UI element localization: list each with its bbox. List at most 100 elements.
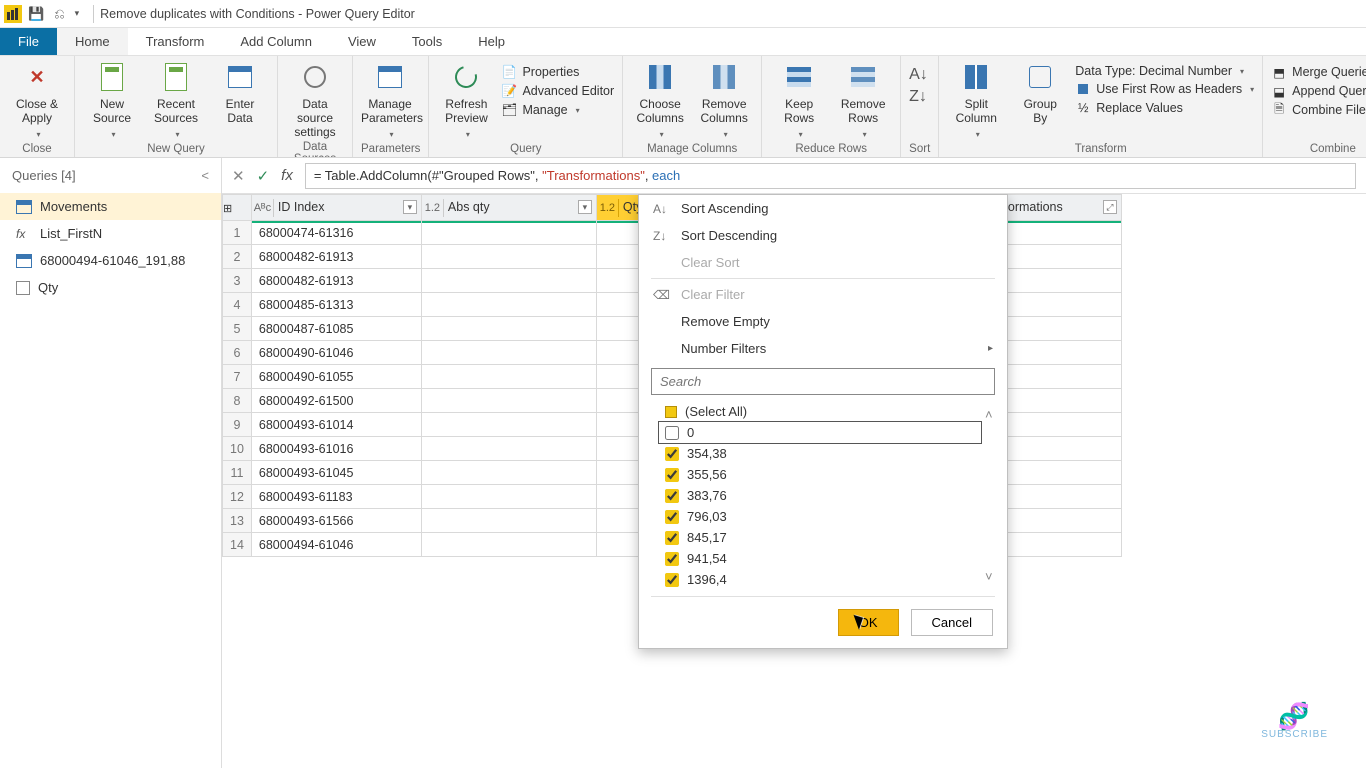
- filter-value-checkbox[interactable]: [665, 426, 679, 440]
- filter-value-checkbox[interactable]: [665, 468, 679, 482]
- choose-columns-button[interactable]: Choose Columns: [631, 60, 689, 140]
- row-number[interactable]: 1: [223, 221, 252, 245]
- cell-abs-qty[interactable]: [421, 461, 596, 485]
- row-number[interactable]: 7: [223, 365, 252, 389]
- sort-desc-icon[interactable]: Z↓: [909, 88, 927, 106]
- manage-button[interactable]: 🗂Manage: [501, 102, 614, 118]
- row-number[interactable]: 11: [223, 461, 252, 485]
- confirm-formula-icon[interactable]: ✓: [257, 167, 270, 185]
- filter-value-checkbox[interactable]: [665, 510, 679, 524]
- cell-id-index[interactable]: 68000490-61046: [251, 341, 421, 365]
- group-by-button[interactable]: Group By: [1011, 60, 1069, 126]
- cell-abs-qty[interactable]: [421, 245, 596, 269]
- filter-value-checkbox[interactable]: [665, 573, 679, 587]
- tab-help[interactable]: Help: [460, 28, 523, 55]
- filter-value-checkbox[interactable]: [665, 552, 679, 566]
- manage-parameters-button[interactable]: Manage Parameters: [361, 60, 419, 140]
- data-source-settings-button[interactable]: Data source settings: [286, 60, 344, 139]
- cell-id-index[interactable]: 68000482-61913: [251, 245, 421, 269]
- combine-files-button[interactable]: 🗎Combine Files: [1271, 102, 1366, 118]
- collapse-queries-icon[interactable]: <: [201, 168, 209, 183]
- data-type-dropdown[interactable]: Data Type: Decimal Number: [1075, 64, 1254, 78]
- cancel-formula-icon[interactable]: ✕: [232, 167, 245, 185]
- row-number[interactable]: 9: [223, 413, 252, 437]
- new-source-button[interactable]: New Source: [83, 60, 141, 140]
- keep-rows-button[interactable]: Keep Rows: [770, 60, 828, 140]
- remove-columns-button[interactable]: Remove Columns: [695, 60, 753, 140]
- cell-id-index[interactable]: 68000487-61085: [251, 317, 421, 341]
- cell-id-index[interactable]: 68000482-61913: [251, 269, 421, 293]
- tab-transform[interactable]: Transform: [128, 28, 223, 55]
- split-column-button[interactable]: Split Column: [947, 60, 1005, 140]
- number-filters-item[interactable]: Number Filters▸: [639, 335, 1007, 362]
- filter-value-checkbox[interactable]: [665, 447, 679, 461]
- cell-abs-qty[interactable]: [421, 341, 596, 365]
- cell-id-index[interactable]: 68000493-61014: [251, 413, 421, 437]
- sort-ascending-item[interactable]: A↓Sort Ascending: [639, 195, 1007, 222]
- cell-abs-qty[interactable]: [421, 389, 596, 413]
- cell-abs-qty[interactable]: [421, 365, 596, 389]
- filter-value-checkbox[interactable]: [665, 489, 679, 503]
- row-number[interactable]: 5: [223, 317, 252, 341]
- query-item[interactable]: Qty: [0, 274, 221, 301]
- query-item[interactable]: fxList_FirstN: [0, 220, 221, 247]
- close-apply-button[interactable]: ✕ Close & Apply: [8, 60, 66, 140]
- cell-abs-qty[interactable]: [421, 533, 596, 557]
- merge-queries-button[interactable]: ⬒Merge Queries: [1271, 64, 1366, 80]
- filter-value-item[interactable]: 383,76: [659, 485, 981, 506]
- filter-value-item[interactable]: 1396,4: [659, 569, 981, 590]
- filter-value-item[interactable]: 355,56: [659, 464, 981, 485]
- filter-value-item[interactable]: 354,38: [659, 443, 981, 464]
- cell-abs-qty[interactable]: [421, 317, 596, 341]
- cell-abs-qty[interactable]: [421, 509, 596, 533]
- filter-value-item[interactable]: 0: [659, 422, 981, 443]
- cell-id-index[interactable]: 68000493-61045: [251, 461, 421, 485]
- cell-id-index[interactable]: 68000492-61500: [251, 389, 421, 413]
- data-grid[interactable]: ⊞ AᴮcID Index▾ 1.2Abs qty▾ 1.2Qty Balanc…: [222, 194, 1366, 768]
- filter-value-item[interactable]: 941,54: [659, 548, 981, 569]
- row-number[interactable]: 4: [223, 293, 252, 317]
- tab-add-column[interactable]: Add Column: [222, 28, 330, 55]
- recent-sources-button[interactable]: Recent Sources: [147, 60, 205, 140]
- fx-icon[interactable]: fx: [281, 167, 293, 184]
- row-number[interactable]: 13: [223, 509, 252, 533]
- column-header-id-index[interactable]: AᴮcID Index▾: [251, 195, 421, 221]
- tab-file[interactable]: File: [0, 28, 57, 55]
- remove-rows-button[interactable]: Remove Rows: [834, 60, 892, 140]
- row-number[interactable]: 8: [223, 389, 252, 413]
- ok-button[interactable]: OK: [838, 609, 899, 636]
- cell-id-index[interactable]: 68000493-61566: [251, 509, 421, 533]
- sort-asc-icon[interactable]: A↓: [909, 66, 928, 84]
- save-icon[interactable]: 💾: [28, 6, 44, 22]
- remove-empty-item[interactable]: Remove Empty: [639, 308, 1007, 335]
- undo-icon[interactable]: ⎌: [54, 6, 64, 22]
- filter-value-item[interactable]: 845,17: [659, 527, 981, 548]
- tab-tools[interactable]: Tools: [394, 28, 460, 55]
- cell-abs-qty[interactable]: [421, 221, 596, 245]
- cell-abs-qty[interactable]: [421, 485, 596, 509]
- refresh-preview-button[interactable]: Refresh Preview: [437, 60, 495, 140]
- advanced-editor-button[interactable]: 📝Advanced Editor: [501, 83, 614, 99]
- cell-id-index[interactable]: 68000474-61316: [251, 221, 421, 245]
- append-queries-button[interactable]: ⬓Append Queries: [1271, 83, 1366, 99]
- row-number[interactable]: 2: [223, 245, 252, 269]
- row-number[interactable]: 12: [223, 485, 252, 509]
- expand-icon[interactable]: ⤢: [1103, 200, 1117, 214]
- tab-view[interactable]: View: [330, 28, 394, 55]
- row-number[interactable]: 10: [223, 437, 252, 461]
- cell-abs-qty[interactable]: [421, 293, 596, 317]
- query-item[interactable]: Movements: [0, 193, 221, 220]
- properties-button[interactable]: 📄Properties: [501, 64, 614, 80]
- cell-id-index[interactable]: 68000494-61046: [251, 533, 421, 557]
- cell-abs-qty[interactable]: [421, 437, 596, 461]
- column-header-abs-qty[interactable]: 1.2Abs qty▾: [421, 195, 596, 221]
- filter-dropdown-icon[interactable]: ▾: [403, 200, 417, 214]
- replace-values-button[interactable]: ½Replace Values: [1075, 100, 1254, 116]
- cell-abs-qty[interactable]: [421, 413, 596, 437]
- formula-input[interactable]: = Table.AddColumn(#"Grouped Rows", "Tran…: [305, 163, 1356, 189]
- cell-abs-qty[interactable]: [421, 269, 596, 293]
- filter-value-checkbox[interactable]: [665, 531, 679, 545]
- select-all-checkbox[interactable]: (Select All): [659, 401, 981, 422]
- cell-id-index[interactable]: 68000493-61016: [251, 437, 421, 461]
- scrollbar[interactable]: ˄˅: [985, 407, 1001, 584]
